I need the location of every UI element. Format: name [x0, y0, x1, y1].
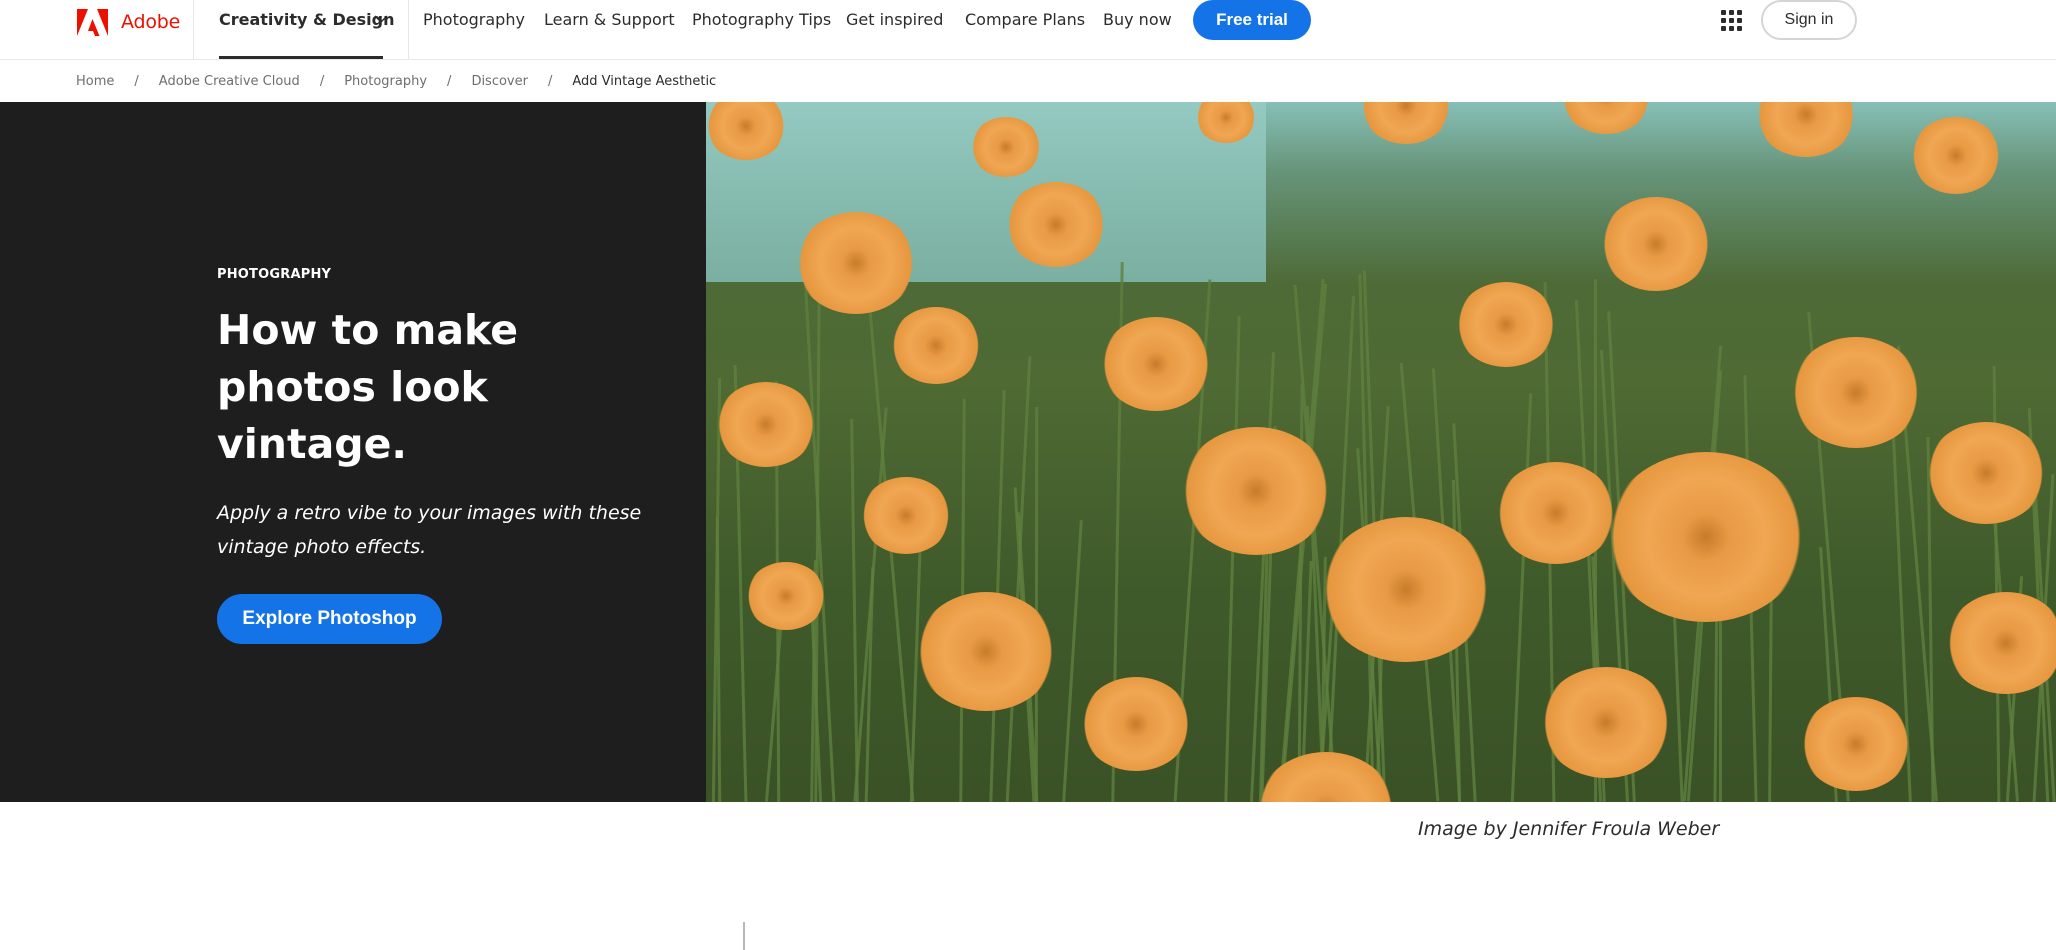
breadcrumb-separator: / — [547, 73, 553, 89]
flower-bloom — [1101, 317, 1211, 411]
flower-bloom — [1561, 102, 1651, 134]
nav-link-compare-plans[interactable]: Compare Plans — [965, 10, 1085, 29]
nav-link-photography[interactable]: Photography — [423, 10, 525, 29]
adobe-logo-icon — [77, 8, 108, 36]
breadcrumb-discover[interactable]: Discover — [471, 74, 528, 89]
flower-bloom — [971, 117, 1041, 177]
adobe-logo-link[interactable]: Adobe — [77, 7, 180, 37]
nav-link-get-inspired[interactable]: Get inspired — [846, 10, 943, 29]
flower-bloom — [1926, 422, 2046, 524]
flower-bloom — [1801, 697, 1911, 791]
flower-stem — [850, 419, 860, 802]
flower-bloom — [1541, 667, 1671, 778]
flower-bloom — [716, 382, 816, 467]
hero-title: How to make photos look vintage. — [217, 306, 519, 468]
flower-stem — [1005, 355, 1032, 802]
hero-subtitle: Apply a retro vibe to your images with t… — [217, 502, 642, 558]
image-caption: Image by Jennifer Froula Weber — [1418, 818, 1720, 840]
flower-stem — [1510, 392, 1533, 802]
flower-stem — [1035, 407, 1039, 802]
flower-bloom — [1791, 337, 1921, 448]
nav-link-buy-now[interactable]: Buy now — [1103, 10, 1172, 29]
flower-bloom — [1456, 282, 1556, 367]
flower-bloom — [1601, 197, 1711, 291]
breadcrumb: Home / Adobe Creative Cloud / Photograph… — [76, 71, 716, 91]
flower-bloom — [1256, 752, 1396, 802]
flower-bloom — [1496, 462, 1616, 564]
flower-bloom — [861, 477, 951, 554]
flower-stem — [1767, 572, 1773, 802]
app-switcher-grid-icon[interactable] — [1721, 10, 1742, 31]
flower-bloom — [1606, 452, 1806, 622]
nav-link-learn-support[interactable]: Learn & Support — [544, 10, 675, 29]
adobe-wordmark: Adobe — [121, 11, 181, 33]
flower-bloom — [891, 307, 981, 384]
flower-stem — [869, 310, 915, 802]
nav-link-photography-tips[interactable]: Photography Tips — [692, 10, 831, 29]
content-divider-line — [743, 922, 745, 950]
flower-bloom — [746, 562, 826, 630]
nav-divider — [408, 0, 409, 60]
flower-bloom — [1321, 517, 1491, 662]
flower-bloom — [1181, 427, 1331, 555]
breadcrumb-home[interactable]: Home — [76, 74, 114, 89]
global-nav: Adobe Creativity & Design Photography Le… — [0, 0, 2056, 60]
breadcrumb-current-page: Add Vintage Aesthetic — [572, 73, 717, 89]
flower-bloom — [1361, 102, 1451, 144]
hero-image — [706, 102, 2056, 802]
breadcrumb-adobe-creative-cloud[interactable]: Adobe Creative Cloud — [159, 74, 300, 89]
breadcrumb-separator: / — [319, 73, 325, 89]
sign-in-button[interactable]: Sign in — [1761, 0, 1857, 40]
flower-bloom — [916, 592, 1056, 711]
flower-bloom — [796, 212, 916, 314]
flower-bloom — [1946, 592, 2056, 694]
breadcrumb-separator: / — [447, 73, 452, 89]
free-trial-button[interactable]: Free trial — [1193, 0, 1311, 40]
chevron-down-icon — [374, 15, 388, 23]
flower-stem — [1224, 316, 1241, 802]
nav-divider — [193, 0, 194, 60]
flower-bloom — [1081, 677, 1191, 771]
breadcrumb-photography[interactable]: Photography — [344, 74, 427, 89]
flower-bloom — [1006, 182, 1106, 267]
hero-eyebrow: PHOTOGRAPHY — [217, 267, 332, 282]
active-menu-underline — [219, 56, 383, 59]
breadcrumb-separator: / — [134, 73, 139, 89]
creativity-design-label: Creativity & Design — [219, 10, 395, 29]
flower-stem — [716, 516, 722, 802]
flower-stem — [1062, 520, 1083, 802]
explore-photoshop-button[interactable]: Explore Photoshop — [217, 594, 442, 644]
flower-bloom — [1756, 102, 1856, 157]
flower-bloom — [1911, 117, 2001, 194]
hero-text-panel: PHOTOGRAPHY How to make photos look vint… — [0, 102, 706, 802]
flower-stem — [865, 566, 875, 802]
